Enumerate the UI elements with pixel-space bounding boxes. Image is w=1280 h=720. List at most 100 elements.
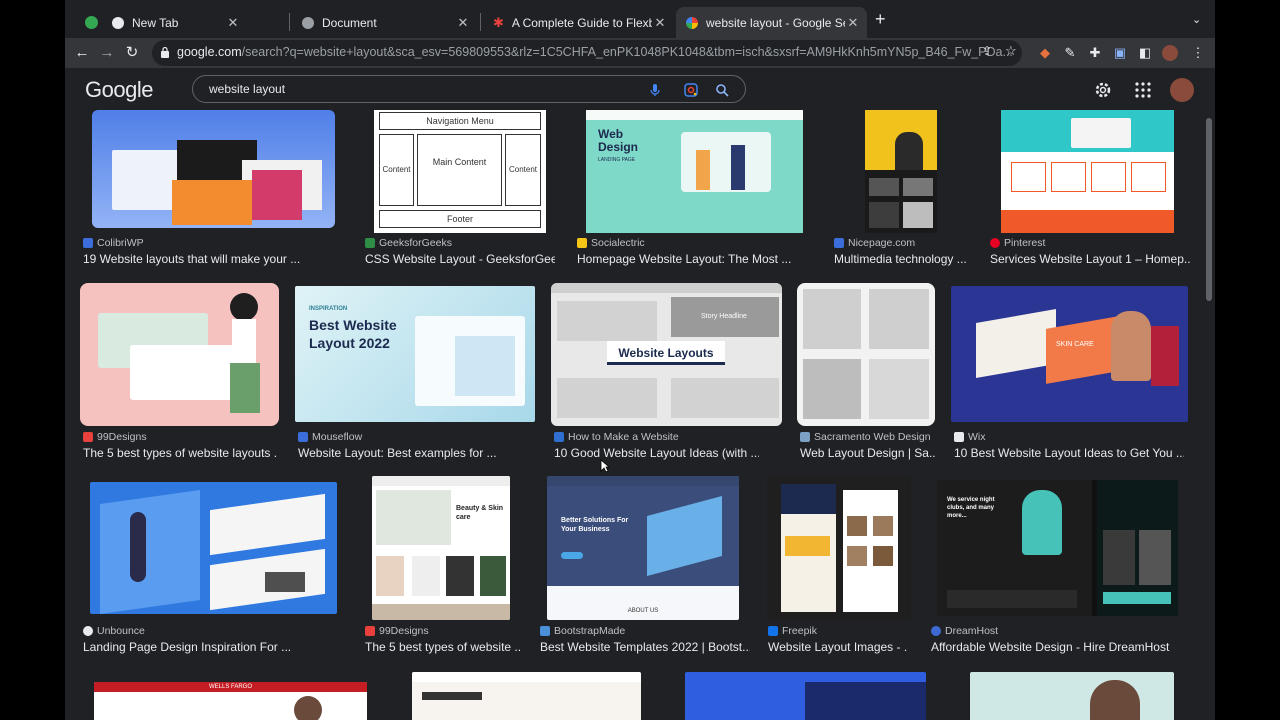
result-source: Freepik [768, 625, 817, 637]
tab-css-tricks[interactable]: ✱ A Complete Guide to Flexbox | CSS-Tric… [483, 7, 674, 38]
page-scrollbar[interactable] [1206, 118, 1212, 301]
tab-search-chevron-icon[interactable]: ⌄ [1192, 13, 1201, 26]
cast-icon[interactable]: ▣ [1110, 43, 1130, 63]
result-source: Pinterest [990, 237, 1045, 249]
tab-label: A Complete Guide to Flexbox | CSS-Tricks [511, 15, 652, 30]
result-thumbnail[interactable]: SKIN CARE [951, 286, 1188, 422]
tab-new-tab[interactable]: New Tab ✕ [75, 7, 247, 38]
result-source: How to Make a Website [554, 431, 679, 443]
site-favicon [554, 432, 564, 442]
site-favicon [365, 626, 375, 636]
site-favicon [83, 432, 93, 442]
result-thumbnail[interactable] [865, 110, 937, 233]
reload-button[interactable]: ↻ [121, 42, 143, 64]
search-input[interactable] [209, 82, 629, 96]
result-title[interactable]: 10 Good Website Layout Ideas (with ... [554, 446, 759, 460]
new-tab-button[interactable]: + [875, 10, 886, 28]
chrome-icon [112, 16, 124, 29]
result-title[interactable]: Affordable Website Design - Hire DreamHo… [931, 640, 1181, 654]
result-thumbnail[interactable] [80, 283, 279, 426]
pen-extension-icon[interactable]: ✎ [1060, 43, 1080, 63]
google-lens-icon[interactable] [682, 81, 700, 99]
result-thumbnail[interactable]: Web Design LANDING PAGE [586, 110, 803, 233]
site-favicon [931, 626, 941, 636]
search-box[interactable] [192, 75, 746, 103]
result-title[interactable]: CSS Website Layout - GeeksforGee... [365, 252, 555, 266]
tab-google-search[interactable]: website layout - Google Search ✕ [676, 7, 867, 38]
site-favicon [990, 238, 1000, 248]
extensions-puzzle-icon[interactable]: ✚ [1085, 43, 1105, 63]
site-favicon [768, 626, 778, 636]
close-tab-icon[interactable]: ✕ [845, 15, 861, 31]
result-thumbnail[interactable] [92, 110, 335, 228]
result-title[interactable]: Website Layout: Best examples for ... [298, 446, 508, 460]
result-thumbnail[interactable]: INSPIRATION Best Website Layout 2022 [295, 286, 535, 422]
result-thumbnail[interactable]: Better Solutions For Your Business ABOUT… [547, 476, 739, 620]
result-thumbnail[interactable] [685, 672, 926, 720]
tab-label: New Tab [132, 15, 179, 30]
google-header: Google [65, 68, 1215, 110]
address-bar[interactable]: google.com/search?q=website+layout&sca_e… [152, 40, 1022, 66]
result-thumbnail[interactable] [1001, 110, 1174, 233]
result-source: Wix [954, 431, 986, 443]
result-title[interactable]: Web Layout Design | Sa... [800, 446, 935, 460]
result-thumbnail[interactable]: Story Headline Website Layouts [551, 283, 782, 426]
share-icon[interactable]: ⇪ [982, 44, 992, 58]
result-source: BootstrapMade [540, 625, 625, 637]
microphone-icon[interactable] [646, 81, 664, 99]
site-favicon [954, 432, 964, 442]
settings-gear-icon[interactable] [1093, 80, 1113, 100]
result-thumbnail[interactable] [412, 672, 641, 720]
bookmark-star-icon[interactable]: ☆ [1005, 43, 1017, 59]
close-tab-icon[interactable]: ✕ [455, 15, 471, 31]
tab-divider [289, 13, 290, 31]
result-thumbnail[interactable]: Beauty & Skin care [372, 476, 510, 620]
menu-kebab-icon[interactable]: ⋮ [1188, 43, 1208, 63]
site-favicon [83, 626, 93, 636]
result-source: Nicepage.com [834, 237, 915, 249]
outer-frame-left [0, 0, 65, 720]
browser-toolbar: ← → ↻ google.com/search?q=website+layout… [65, 38, 1215, 68]
back-button[interactable]: ← [71, 42, 93, 64]
result-title[interactable]: Homepage Website Layout: The Most ... [577, 252, 792, 266]
result-source: 99Designs [83, 431, 147, 443]
result-title[interactable]: Website Layout Images - ... [768, 640, 908, 654]
result-title[interactable]: 19 Website layouts that will make your .… [83, 252, 323, 266]
result-title[interactable]: The 5 best types of website layouts ... [83, 446, 278, 460]
result-thumbnail[interactable]: Navigation Menu Content Main Content Con… [374, 110, 546, 233]
result-title[interactable]: Multimedia technology ... [834, 252, 974, 266]
result-thumbnail[interactable] [970, 672, 1174, 720]
brave-extension-icon[interactable]: ◆ [1035, 43, 1055, 63]
side-panel-icon[interactable]: ◧ [1135, 43, 1155, 63]
apps-grid-icon[interactable] [1133, 80, 1153, 100]
result-source: Socialectric [577, 237, 645, 249]
result-title[interactable]: 10 Best Website Layout Ideas to Get You … [954, 446, 1184, 460]
tab-document[interactable]: Document ✕ [292, 7, 477, 38]
result-title[interactable]: The 5 best types of website ... [365, 640, 520, 654]
account-avatar[interactable] [1170, 78, 1194, 102]
android-icon [85, 16, 98, 29]
close-tab-icon[interactable]: ✕ [225, 15, 241, 31]
result-thumbnail[interactable] [90, 482, 337, 614]
outer-frame-right [1205, 0, 1280, 720]
result-thumbnail[interactable] [767, 476, 911, 620]
result-source: ColibriWP [83, 237, 144, 249]
result-thumbnail[interactable] [797, 283, 935, 426]
tab-label: website layout - Google Search [706, 15, 845, 30]
search-icon[interactable] [713, 81, 731, 99]
result-title[interactable]: Best Website Templates 2022 | Bootst... [540, 640, 750, 654]
result-thumbnail[interactable]: We service night clubs, and many more... [937, 480, 1178, 616]
site-favicon [298, 432, 308, 442]
tab-bar: New Tab ✕ Document ✕ ✱ A Complete Guide … [65, 0, 1215, 38]
forward-button[interactable]: → [96, 42, 118, 64]
site-favicon [800, 432, 810, 442]
result-title[interactable]: Services Website Layout 1 – Homep... [990, 252, 1190, 266]
result-source: GeeksforGeeks [365, 237, 452, 249]
close-tab-icon[interactable]: ✕ [652, 15, 668, 31]
google-logo[interactable]: Google [85, 77, 153, 103]
result-title[interactable]: Landing Page Design Inspiration For ... [83, 640, 323, 654]
result-source: Unbounce [83, 625, 145, 637]
result-thumbnail[interactable]: WELLS FARGO [94, 682, 367, 720]
url-text: google.com/search?q=website+layout&sca_e… [177, 45, 1013, 59]
profile-avatar[interactable] [1160, 43, 1180, 63]
